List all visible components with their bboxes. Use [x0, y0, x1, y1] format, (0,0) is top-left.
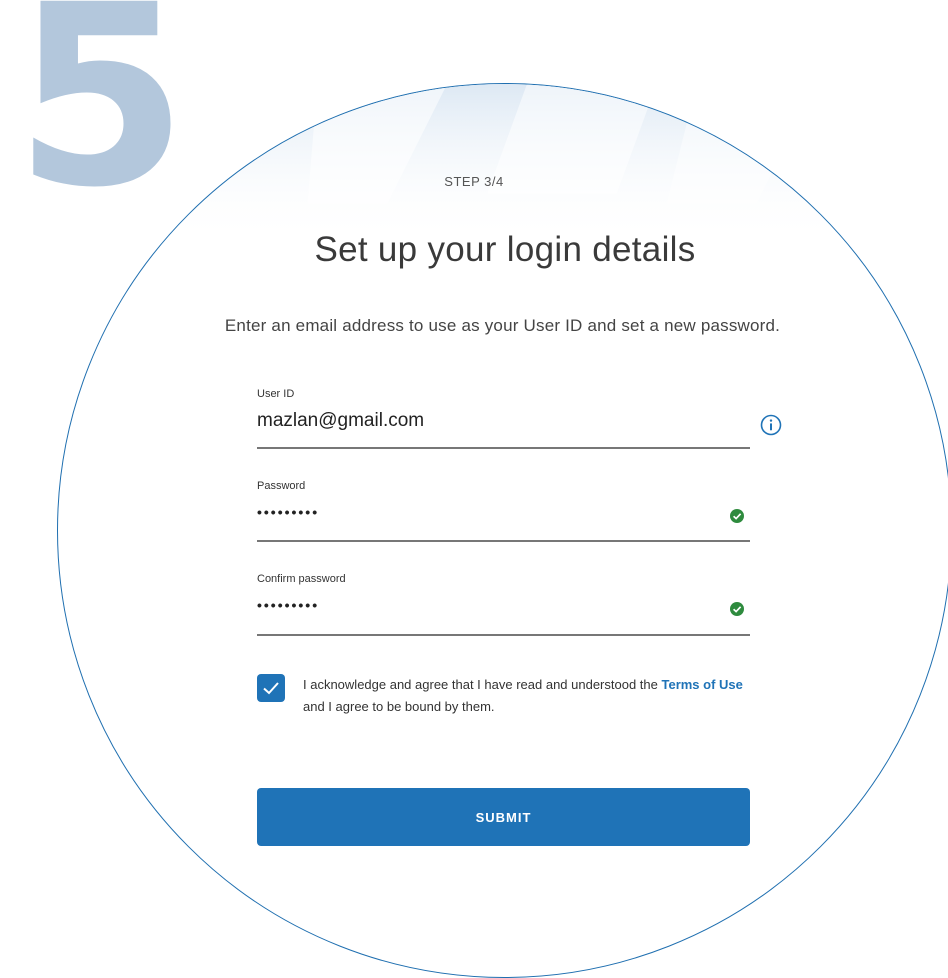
checkmark-icon: [263, 682, 279, 695]
password-field[interactable]: Password •••••••••: [257, 480, 750, 542]
user-id-field[interactable]: User ID mazlan@gmail.com: [257, 388, 750, 450]
terms-text: I acknowledge and agree that I have read…: [303, 674, 763, 718]
page-subtitle: Enter an email address to use as your Us…: [224, 316, 781, 335]
step-indicator: STEP 3/4: [444, 174, 504, 189]
info-icon[interactable]: [760, 414, 782, 436]
user-id-underline: [257, 447, 750, 449]
terms-text-after: and I agree to be bound by them.: [303, 699, 495, 714]
confirm-password-underline: [257, 634, 750, 636]
submit-button[interactable]: SUBMIT: [257, 788, 750, 846]
terms-text-before: I acknowledge and agree that I have read…: [303, 677, 662, 692]
password-underline: [257, 540, 750, 542]
password-label: Password: [257, 480, 306, 492]
password-input[interactable]: •••••••••: [257, 504, 750, 520]
terms-checkbox[interactable]: [257, 674, 285, 702]
terms-of-use-link[interactable]: Terms of Use: [661, 677, 742, 692]
confirm-password-field[interactable]: Confirm password •••••••••: [257, 573, 750, 636]
check-circle-icon: [730, 602, 744, 616]
confirm-password-input[interactable]: •••••••••: [257, 597, 750, 613]
confirm-password-label: Confirm password: [257, 573, 346, 585]
check-circle-icon: [730, 509, 744, 523]
user-id-label: User ID: [257, 388, 295, 400]
page-title: Set up your login details: [314, 230, 696, 269]
user-id-input[interactable]: mazlan@gmail.com: [257, 410, 750, 432]
